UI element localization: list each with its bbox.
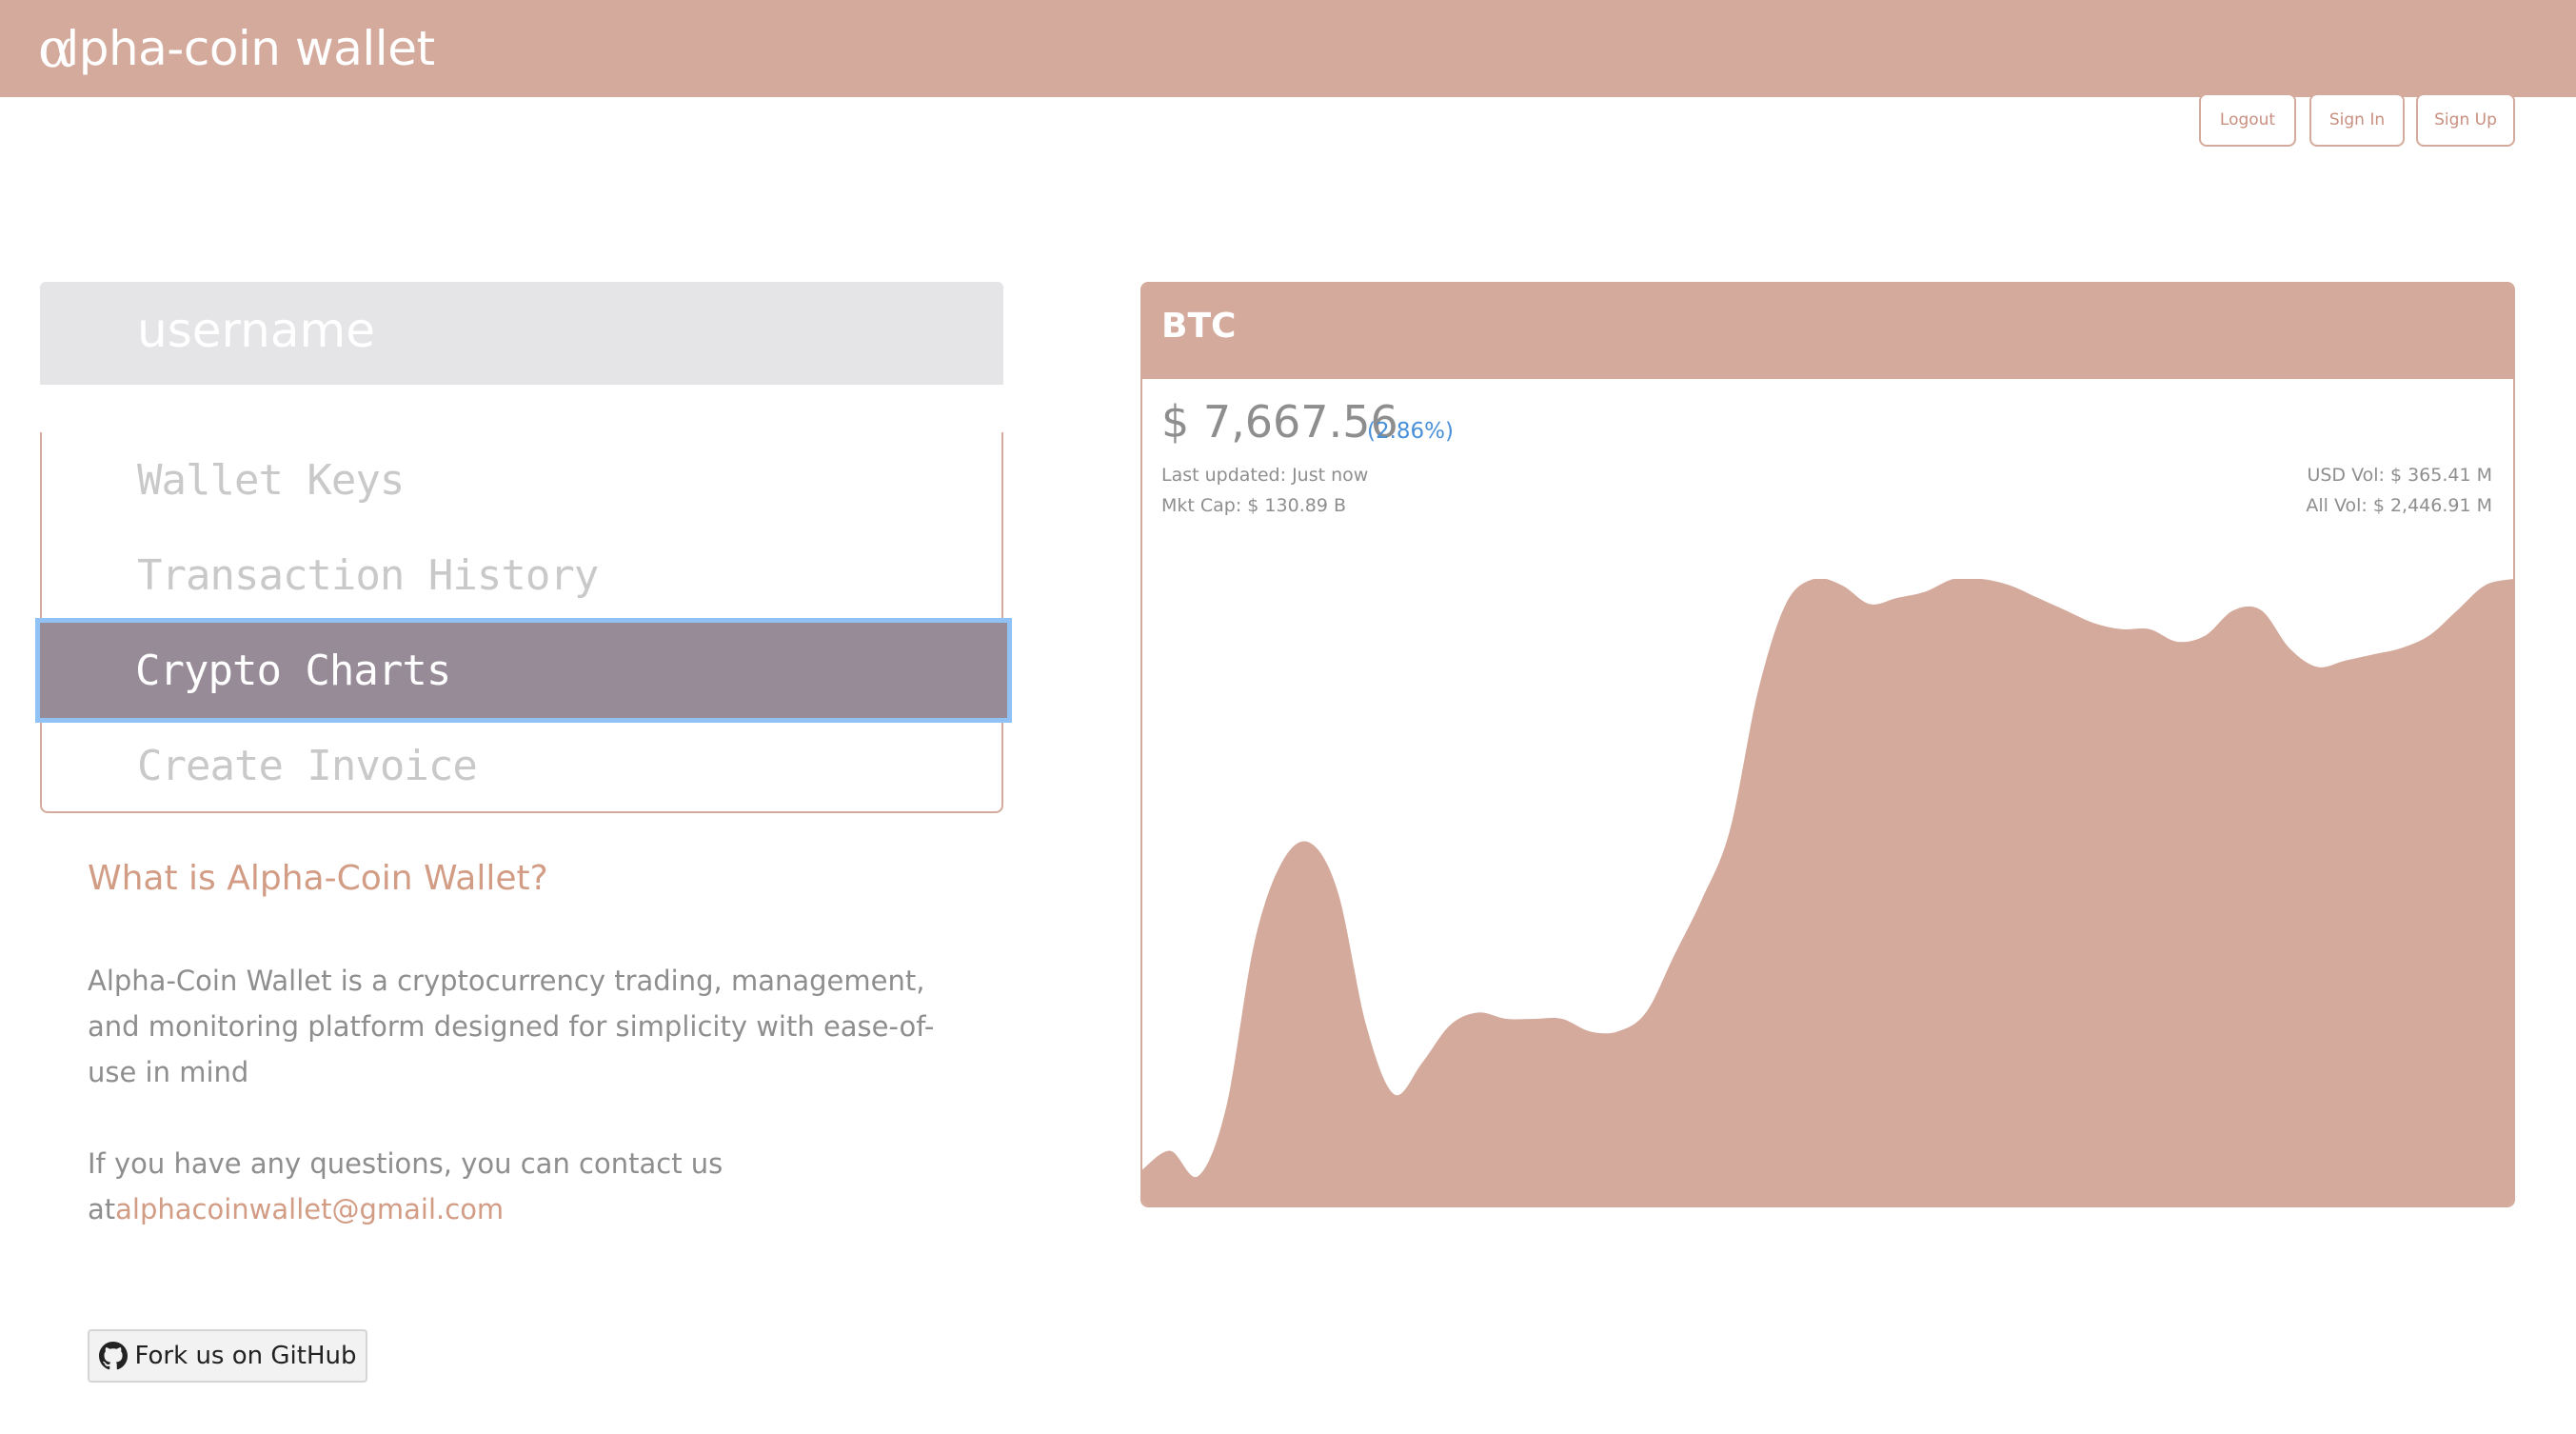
- username-header: username: [40, 282, 1003, 385]
- price-area-chart: [1142, 579, 2513, 1205]
- github-fork-button[interactable]: Fork us on GitHub: [88, 1329, 367, 1383]
- coin-card-header: BTC: [1142, 284, 2513, 379]
- coin-symbol: BTC: [1161, 307, 1237, 346]
- about-title: What is Alpha-Coin Wallet?: [88, 859, 548, 898]
- top-bar: α lpha-coin wallet: [0, 0, 2576, 97]
- all-volume: All Vol: $ 2,446.91 M: [2306, 495, 2492, 516]
- app-logo[interactable]: α lpha-coin wallet: [38, 10, 435, 88]
- sidebar-item-crypto-charts[interactable]: Crypto Charts: [35, 618, 1012, 723]
- coin-price: $ 7,667.56: [1161, 396, 1398, 448]
- usd-volume: USD Vol: $ 365.41 M: [2307, 465, 2492, 486]
- github-icon: [98, 1342, 128, 1370]
- sign-up-button[interactable]: Sign Up: [2416, 93, 2515, 147]
- sidebar-item-create-invoice[interactable]: Create Invoice: [42, 718, 1001, 813]
- coin-card: BTC $ 7,667.56 (2.86%) Last updated: Jus…: [1140, 282, 2515, 1207]
- about-contact: If you have any questions, you can conta…: [88, 1141, 944, 1232]
- sidebar-item-transaction-history[interactable]: Transaction History: [42, 528, 1001, 623]
- github-button-label: Fork us on GitHub: [134, 1342, 357, 1370]
- market-cap: Mkt Cap: $ 130.89 B: [1161, 495, 1346, 516]
- price-area: [1142, 579, 2513, 1205]
- last-updated: Last updated: Just now: [1161, 465, 1369, 486]
- sidebar-menu: Wallet Keys Transaction History Crypto C…: [35, 432, 1012, 813]
- sign-in-button[interactable]: Sign In: [2309, 93, 2405, 147]
- app-title: lpha-coin wallet: [66, 21, 435, 76]
- username-label: username: [137, 303, 375, 358]
- sidebar-item-wallet-keys[interactable]: Wallet Keys: [42, 432, 1001, 528]
- email-link[interactable]: alphacoinwallet@gmail.com: [115, 1193, 504, 1225]
- coin-change: (2.86%): [1367, 419, 1455, 444]
- logout-button[interactable]: Logout: [2199, 93, 2296, 147]
- about-description: Alpha-Coin Wallet is a cryptocurrency tr…: [88, 965, 935, 1088]
